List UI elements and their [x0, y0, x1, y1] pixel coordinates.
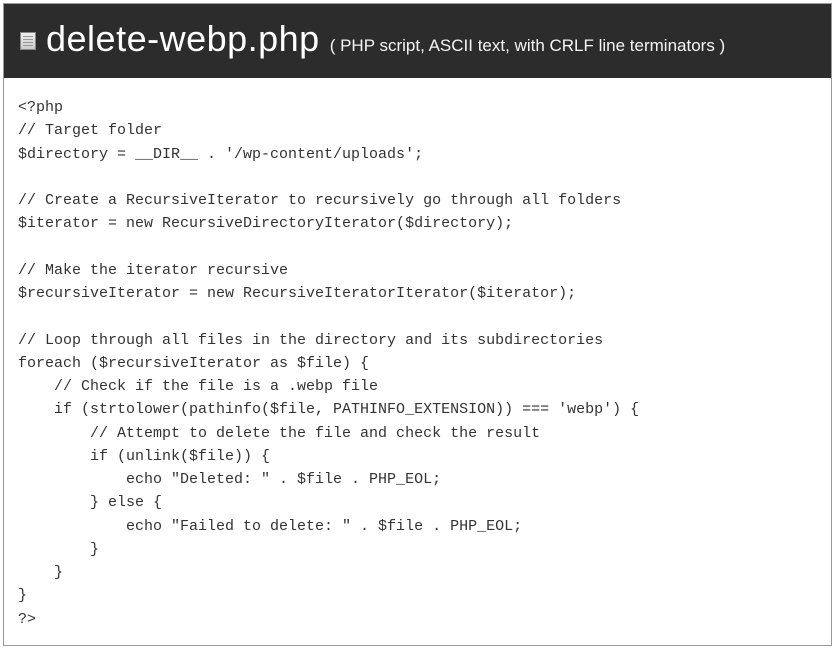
file-viewer-container: delete-webp.php ( PHP script, ASCII text…	[3, 3, 832, 646]
file-header: delete-webp.php ( PHP script, ASCII text…	[4, 4, 831, 78]
file-description: ( PHP script, ASCII text, with CRLF line…	[330, 36, 726, 56]
file-name: delete-webp.php	[46, 18, 320, 60]
source-code: <?php // Target folder $directory = __DI…	[4, 78, 831, 645]
code-content: <?php // Target folder $directory = __DI…	[18, 99, 639, 628]
document-icon	[20, 32, 36, 50]
